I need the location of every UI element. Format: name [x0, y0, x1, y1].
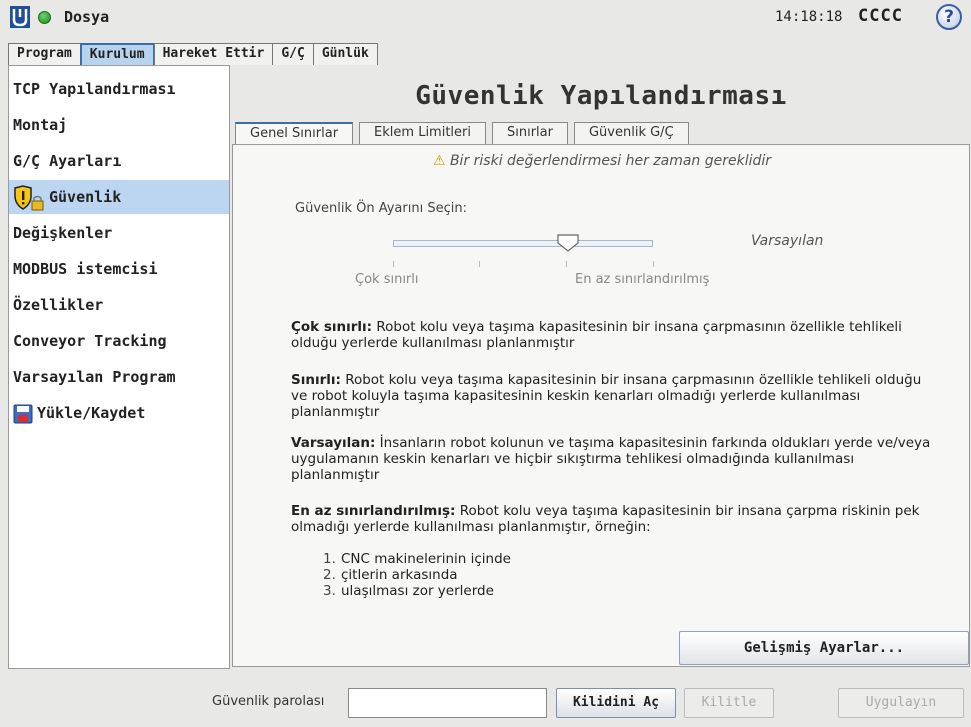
robot-status-icon — [38, 11, 51, 24]
description-term: Varsayılan: — [291, 435, 376, 451]
sidebar-item-label: Montaj — [13, 116, 68, 134]
sidebar-item-label: Değişkenler — [13, 224, 113, 242]
slider-tick — [566, 261, 567, 267]
title-bar: Dosya 14:18:18 CCCC ? — [0, 0, 971, 36]
tab-joint-limits[interactable]: Eklem Limitleri — [359, 122, 486, 144]
description-term: En az sınırlandırılmış: — [291, 503, 456, 519]
tab-io[interactable]: G/Ç — [272, 43, 314, 65]
help-icon[interactable]: ? — [936, 4, 962, 30]
page-title: Güvenlik Yapılandırması — [415, 81, 787, 111]
slider-min-label: Çok sınırlı — [355, 272, 419, 287]
tab-installation[interactable]: Kurulum — [79, 43, 155, 65]
safety-tabs: Genel Sınırlar Eklem Limitleri Sınırlar … — [235, 122, 695, 144]
file-menu[interactable]: Dosya — [64, 8, 109, 26]
slider-max-label: En az sınırlandırılmış — [575, 272, 710, 287]
risk-warning: ⚠ Bir riski değerlendirmesi her zaman ge… — [233, 153, 971, 169]
warning-text: Bir riski değerlendirmesi her zaman gere… — [449, 153, 772, 169]
description-text: Robot kolu veya taşıma kapasitesinin bir… — [291, 319, 902, 351]
sidebar-item-label: Varsayılan Program — [13, 368, 176, 386]
sidebar-item-default-program[interactable]: Varsayılan Program — [9, 360, 229, 394]
sidebar-item-load-save[interactable]: Yükle/Kaydet — [9, 396, 229, 430]
preset-label: Güvenlik Ön Ayarını Seçin: — [295, 201, 467, 216]
sidebar-item-label: MODBUS istemcisi — [13, 260, 158, 278]
tab-general-limits[interactable]: Genel Sınırlar — [235, 122, 354, 144]
safety-content: Güvenlik Yapılandırması Genel Sınırlar E… — [231, 65, 971, 669]
sidebar-item-conveyor-tracking[interactable]: Conveyor Tracking — [9, 324, 229, 358]
list-item: 3. ulaşılması zor yerlerde — [323, 583, 494, 599]
tab-program[interactable]: Program — [8, 43, 81, 65]
safety-password-input[interactable] — [348, 688, 547, 718]
main-tabs: Program Kurulum Hareket Ettir G/Ç Günlük — [8, 43, 378, 65]
clock: 14:18:18 — [775, 9, 843, 25]
slider-tick — [479, 261, 480, 267]
robot-name: CCCC — [858, 6, 903, 26]
sidebar-item-label: Yükle/Kaydet — [37, 404, 146, 422]
slider-tick — [653, 261, 654, 267]
tab-safety-io[interactable]: Güvenlik G/Ç — [573, 122, 689, 144]
description-least-restricted: En az sınırlandırılmış: Robot kolu veya … — [291, 503, 931, 535]
description-term: Sınırlı: — [291, 372, 341, 388]
floppy-disk-icon — [13, 404, 33, 423]
list-item: 1. CNC makinelerinin içinde — [323, 551, 511, 567]
description-default: Varsayılan: İnsanların robot kolunun ve … — [291, 435, 931, 483]
sidebar-item-label: G/Ç Ayarları — [13, 152, 122, 170]
sidebar-item-tcp[interactable]: TCP Yapılandırması — [9, 72, 229, 106]
description-text: İnsanların robot kolunun ve taşıma kapas… — [291, 435, 931, 483]
tab-boundaries[interactable]: Sınırlar — [492, 122, 568, 144]
unlock-button[interactable]: Kilidini Aç — [556, 688, 676, 718]
description-term: Çok sınırlı: — [291, 319, 373, 335]
sidebar-item-label: Özellikler — [13, 296, 104, 314]
shield-lock-icon — [14, 184, 44, 210]
apply-button[interactable]: Uygulayın — [838, 688, 964, 718]
sidebar-item-io-setup[interactable]: G/Ç Ayarları — [9, 144, 229, 178]
slider-tick — [393, 261, 394, 267]
description-text: Robot kolu veya taşıma kapasitesinin bir… — [291, 372, 922, 420]
sidebar-item-variables[interactable]: Değişkenler — [9, 216, 229, 250]
sidebar-item-label: Conveyor Tracking — [13, 332, 167, 350]
preset-slider[interactable] — [393, 240, 653, 247]
universal-robots-logo — [10, 6, 30, 28]
preset-value: Varsayılan — [751, 233, 824, 249]
sidebar-item-label: Güvenlik — [49, 188, 122, 206]
tab-move[interactable]: Hareket Ettir — [153, 43, 274, 65]
lock-button[interactable]: Kilitle — [684, 688, 774, 718]
sidebar-item-modbus[interactable]: MODBUS istemcisi — [9, 252, 229, 286]
general-limits-panel: ⚠ Bir riski değerlendirmesi her zaman ge… — [232, 144, 970, 667]
sidebar-item-label: TCP Yapılandırması — [13, 80, 176, 98]
password-label: Güvenlik parolası — [212, 694, 325, 709]
preset-slider-handle[interactable] — [557, 234, 579, 252]
advanced-settings-button[interactable]: Gelişmiş Ayarlar... — [679, 631, 969, 665]
sidebar-item-mounting[interactable]: Montaj — [9, 108, 229, 142]
description-very-restricted: Çok sınırlı: Robot kolu veya taşıma kapa… — [291, 319, 931, 351]
example-list: 1. CNC makinelerinin içinde 2. çitlerin ar… — [323, 551, 511, 599]
sidebar-item-safety[interactable]: Güvenlik — [9, 180, 229, 214]
warning-icon: ⚠ — [432, 153, 446, 169]
installation-sidebar: TCP Yapılandırması Montaj G/Ç Ayarları G… — [8, 65, 230, 669]
sidebar-item-features[interactable]: Özellikler — [9, 288, 229, 322]
tab-log[interactable]: Günlük — [312, 43, 378, 65]
description-restricted: Sınırlı: Robot kolu veya taşıma kapasite… — [291, 372, 931, 420]
list-item: 2. çitlerin arkasında — [323, 567, 458, 583]
